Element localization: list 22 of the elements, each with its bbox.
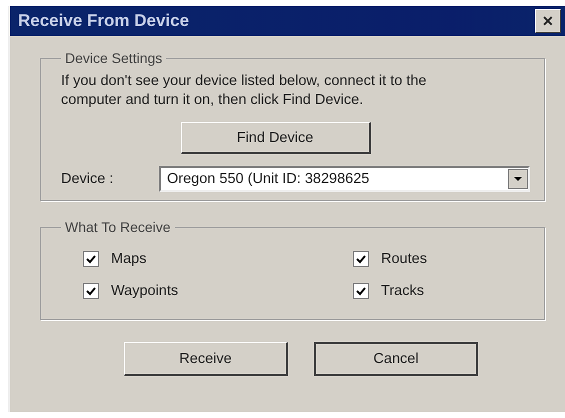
check-icon: [355, 285, 367, 297]
checkbox-label: Waypoints: [111, 283, 178, 299]
checkbox[interactable]: [353, 283, 369, 299]
group-title: Device Settings: [64, 50, 164, 66]
checkbox-label: Maps: [111, 251, 146, 267]
checkbox-label: Tracks: [381, 283, 424, 299]
find-device-button[interactable]: Find Device: [180, 122, 370, 154]
checkbox[interactable]: [83, 251, 99, 267]
checkbox-label: Routes: [381, 251, 427, 267]
device-label: Device :: [61, 171, 114, 187]
window-title: Receive From Device: [18, 11, 190, 31]
check-icon: [85, 285, 97, 297]
receive-button[interactable]: Receive: [124, 342, 288, 376]
cancel-button[interactable]: Cancel: [314, 342, 478, 376]
close-button[interactable]: ✕: [535, 9, 561, 33]
checkbox[interactable]: [83, 283, 99, 299]
instructions-text: If you don't see your device listed below, connect it to the computer and turn it on, then click Find Device.: [61, 72, 428, 110]
device-dropdown[interactable]: Oregon 550 (Unit ID: 38298625: [159, 166, 530, 192]
checkbox[interactable]: [353, 251, 369, 267]
check-icon: [355, 253, 367, 265]
check-icon: [85, 253, 97, 265]
group-title: What To Receive: [64, 219, 172, 235]
